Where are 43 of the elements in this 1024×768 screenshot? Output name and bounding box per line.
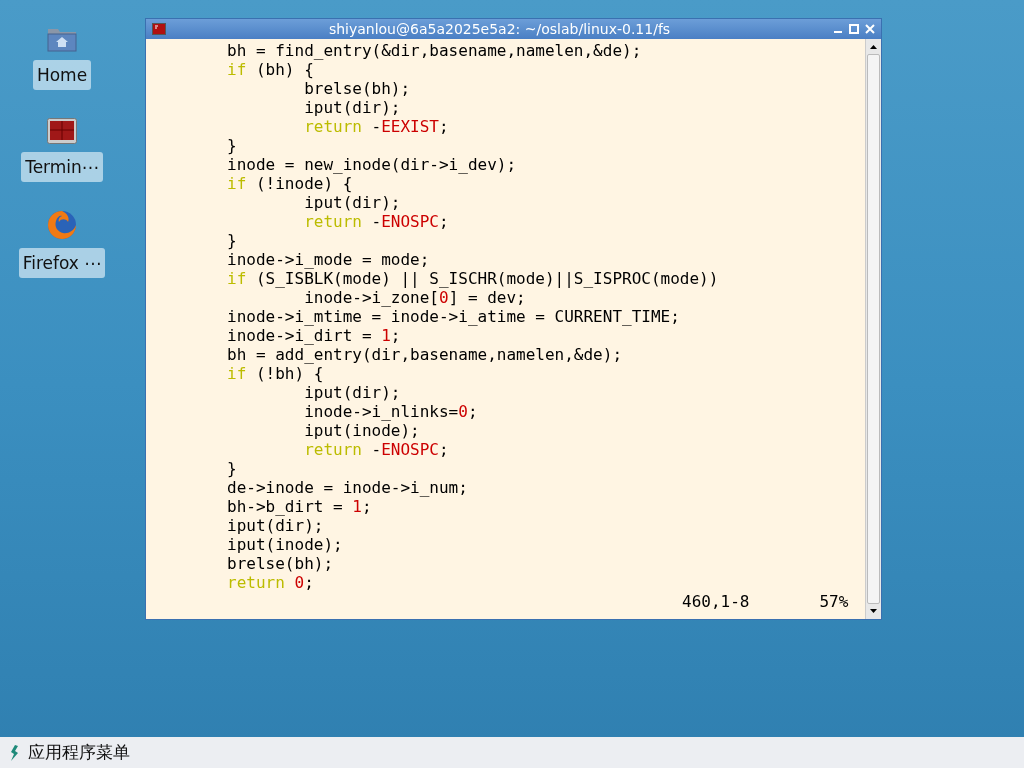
desktop-icon-label[interactable]: Home: [32, 60, 92, 90]
code-line: iput(dir);: [303, 383, 402, 402]
cursor-position: 460,1-8: [682, 592, 750, 611]
globe-icon[interactable]: [47, 210, 77, 240]
maximize-icon[interactable]: [849, 24, 859, 34]
code-line: brelse(bh);: [226, 554, 335, 573]
code-line: iput(dir);: [303, 98, 402, 117]
code-line: inode->i_nlinks=0;: [303, 402, 479, 421]
code-line: bh = find_entry(&dir,basename,namelen,&de);: [226, 41, 643, 60]
code-line: return 0;: [226, 573, 315, 592]
desktop-icon-label[interactable]: Termin⋯: [21, 152, 103, 182]
code-line: return -ENOSPC;: [303, 440, 450, 459]
code-line: iput(dir);: [226, 516, 325, 535]
code-line: iput(inode);: [226, 535, 344, 554]
code-line: inode->i_mode = mode;: [226, 250, 431, 269]
code-line: iput(dir);: [303, 193, 402, 212]
terminal-icon[interactable]: [47, 118, 77, 144]
code-line: inode->i_zone[0] = dev;: [303, 288, 527, 307]
code-line: bh->b_dirt = 1;: [226, 497, 373, 516]
app-menu-label[interactable]: 应用程序菜单: [28, 739, 130, 766]
code-line: brelse(bh);: [303, 79, 412, 98]
code-line: iput(inode);: [303, 421, 421, 440]
scroll-percent: 57%: [819, 592, 849, 611]
code-line: de->inode = inode->i_num;: [226, 478, 469, 497]
terminal-icon: [152, 23, 166, 35]
code-line: }: [226, 231, 238, 250]
code-line: return -EEXIST;: [303, 117, 450, 136]
close-icon[interactable]: [865, 24, 875, 34]
code-line: bh = add_entry(dir,basename,namelen,&de);: [226, 345, 623, 364]
code-line: if (S_ISBLK(mode) || S_ISCHR(mode)||S_ISPROC(mode)): [226, 269, 720, 288]
scrollbar[interactable]: [865, 39, 881, 619]
code-line: if (!inode) {: [226, 174, 354, 193]
code-line: return -ENOSPC;: [303, 212, 450, 231]
desktop-icon-label[interactable]: Firefox ⋯: [18, 248, 106, 278]
code-line: }: [226, 136, 238, 155]
folder-icon[interactable]: [47, 26, 77, 52]
code-line: if (bh) {: [226, 60, 315, 79]
code-line: inode = new_inode(dir->i_dev);: [226, 155, 518, 174]
window-title: shiyanlou@6a5a2025e5a2: ~/oslab/linux-0.11/fs: [327, 19, 672, 39]
code-line: inode->i_dirt = 1;: [226, 326, 402, 345]
code-line: }: [226, 459, 238, 478]
code-line: if (!bh) {: [226, 364, 325, 383]
code-line: inode->i_mtime = inode->i_atime = CURRENT_TIME;: [226, 307, 681, 326]
